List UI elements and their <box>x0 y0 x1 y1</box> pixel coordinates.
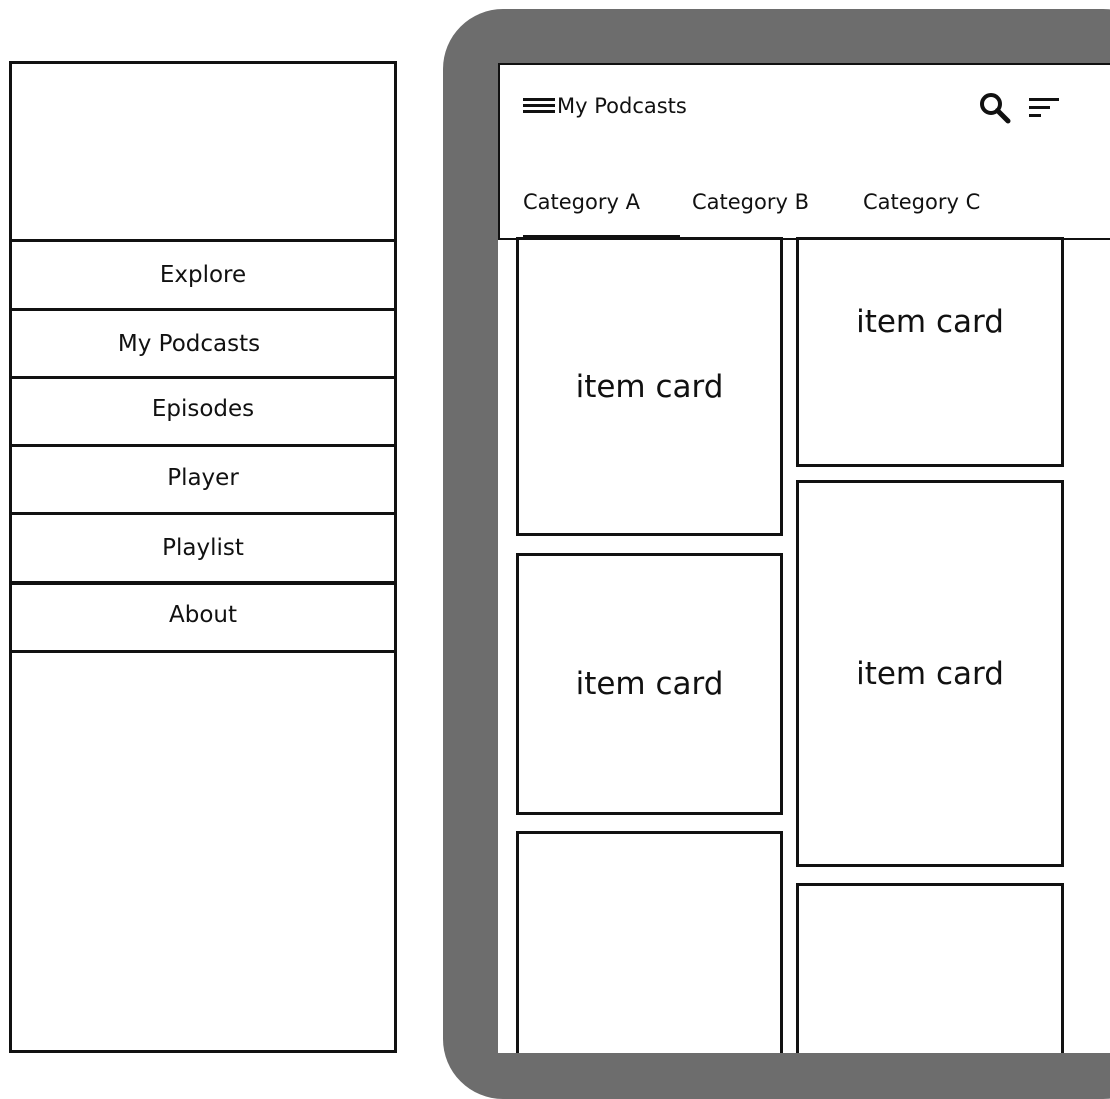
item-card[interactable]: item card <box>796 480 1064 867</box>
drawer-item-playlist[interactable]: Playlist <box>12 512 394 580</box>
page-title: My Podcasts <box>557 94 687 118</box>
item-card[interactable]: item card <box>516 553 783 815</box>
item-card[interactable]: item card <box>796 237 1064 467</box>
item-card-label: item card <box>575 666 724 702</box>
drawer-item-episodes[interactable]: Episodes <box>12 376 394 444</box>
drawer-item-label: Player <box>167 464 239 491</box>
tab-category-c[interactable]: Category C <box>863 188 980 216</box>
item-card-label: item card <box>575 368 724 405</box>
drawer-item-label: About <box>168 601 237 628</box>
phone-screen: My Podcasts Category A Category B Catego… <box>498 63 1110 1053</box>
drawer-item-label: My Podcasts <box>117 330 261 357</box>
tab-category-a[interactable]: Category A <box>523 188 640 216</box>
drawer-item-about[interactable]: About <box>12 581 394 650</box>
drawer-item-label: Episodes <box>151 395 255 422</box>
wireframe-canvas: Explore My Podcasts Episodes Player Play… <box>0 0 1110 1099</box>
search-icon[interactable] <box>978 91 1012 125</box>
item-card-label: item card <box>856 304 1004 340</box>
app-bar: My Podcasts Category A Category B Catego… <box>498 63 1110 240</box>
drawer-item-label: Playlist <box>162 534 244 561</box>
drawer-item-label: Explore <box>159 262 247 288</box>
sort-icon[interactable] <box>1027 93 1061 123</box>
drawer-item-explore[interactable]: Explore <box>12 239 394 308</box>
drawer-divider <box>12 650 394 653</box>
drawer-item-my-podcasts[interactable]: My Podcasts <box>12 308 394 376</box>
item-card[interactable]: item card <box>516 237 783 536</box>
menu-icon[interactable] <box>523 98 555 114</box>
item-card[interactable] <box>516 831 783 1053</box>
item-card[interactable] <box>796 883 1064 1053</box>
navigation-drawer: Explore My Podcasts Episodes Player Play… <box>9 61 397 1053</box>
item-card-label: item card <box>856 655 1004 692</box>
tab-category-b[interactable]: Category B <box>692 188 809 216</box>
drawer-header <box>12 64 394 242</box>
drawer-item-player[interactable]: Player <box>12 444 394 512</box>
